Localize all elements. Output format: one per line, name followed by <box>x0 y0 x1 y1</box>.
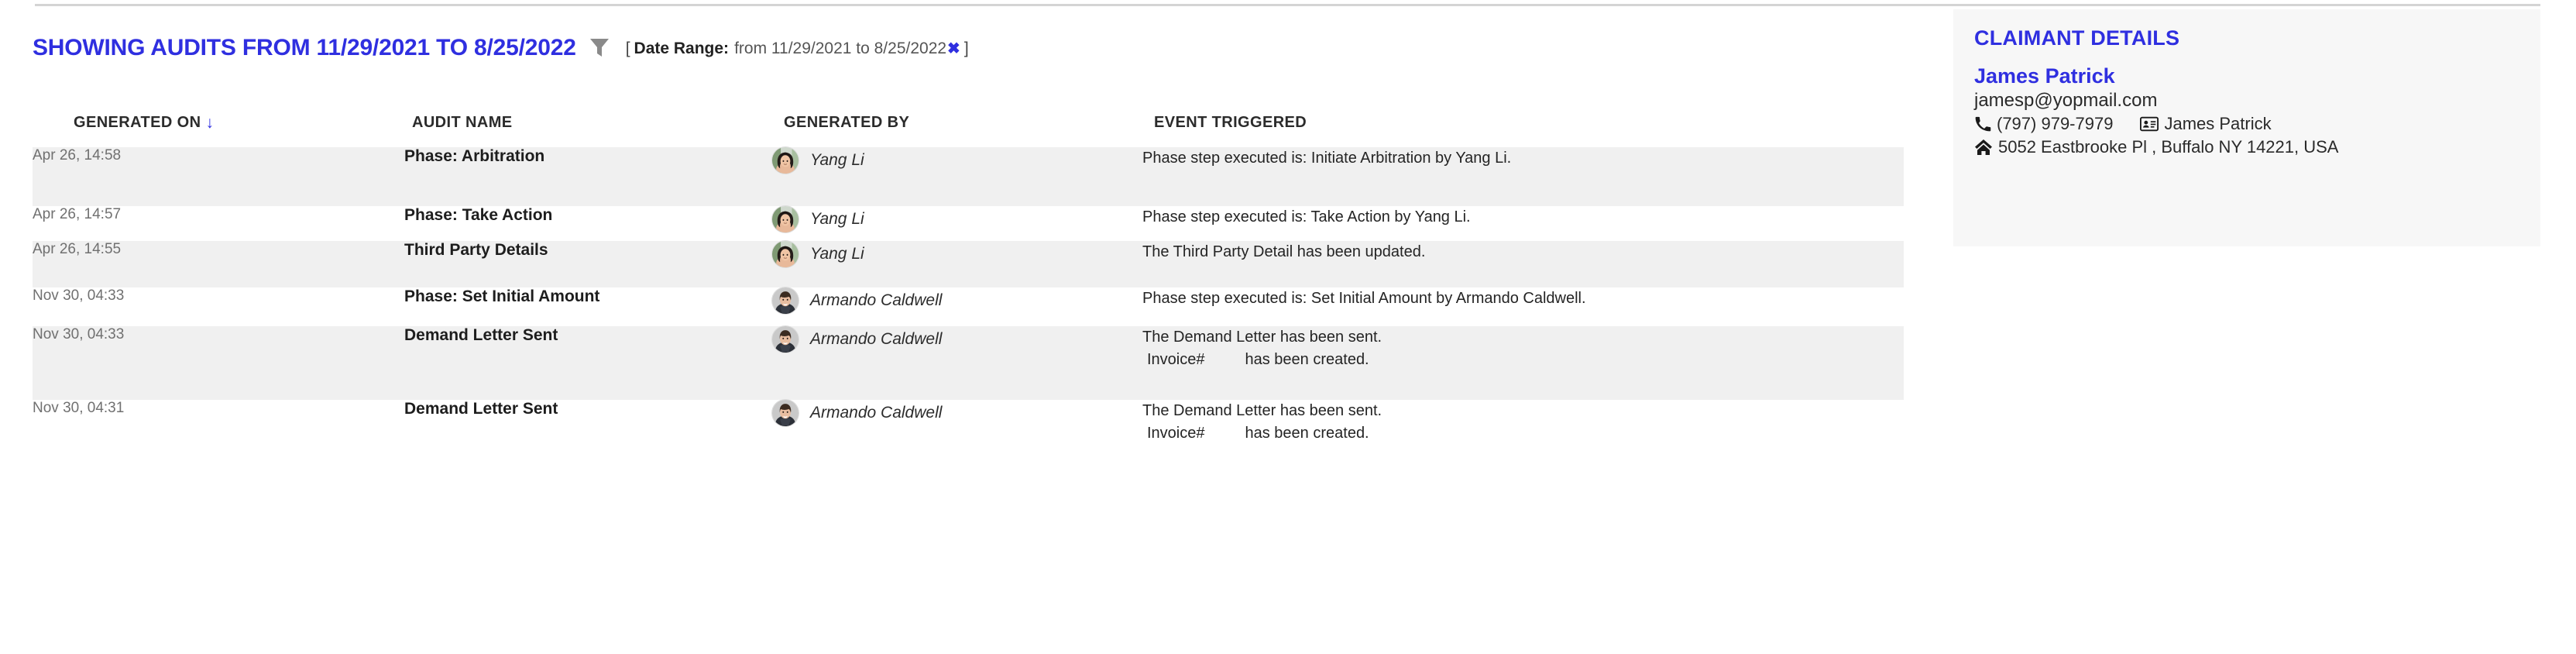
generated-by-wrapper: Yang Li <box>772 241 1142 267</box>
avatar-yang-li <box>772 241 799 267</box>
column-header-generated-by-label: GENERATED BY <box>784 113 910 131</box>
claimant-phone-row: (797) 979-7979 James Patrick <box>1974 114 2525 134</box>
showing-audits-title: SHOWING AUDITS FROM 11/29/2021 TO 8/25/2… <box>33 35 576 60</box>
cell-generated-by: Armando Caldwell <box>772 287 1142 326</box>
generated-by-name: Yang Li <box>810 210 864 228</box>
event-line-secondary: Invoice# has been created. <box>1142 422 1904 445</box>
column-header-event-triggered[interactable]: EVENT TRIGGERED <box>1142 101 1904 147</box>
home-icon <box>1974 139 1993 156</box>
table-row[interactable]: Nov 30, 04:31 Demand Letter Sent Armando C… <box>33 400 1904 473</box>
cell-generated-by: Armando Caldwell <box>772 326 1142 400</box>
cell-generated-by: Armando Caldwell <box>772 400 1142 473</box>
cell-event-triggered: The Demand Letter has been sent. Invoice#… <box>1142 400 1904 473</box>
cell-event-triggered: Phase step executed is: Set Initial Amou… <box>1142 287 1904 326</box>
cell-generated-on: Apr 26, 14:55 <box>33 241 122 257</box>
filter-header: SHOWING AUDITS FROM 11/29/2021 TO 8/25/2… <box>33 33 973 64</box>
cell-generated-on: Nov 30, 04:33 <box>33 326 125 342</box>
generated-by-name: Yang Li <box>810 151 864 169</box>
top-divider <box>35 4 2540 6</box>
audits-table: GENERATED ON ↓ AUDIT NAME GENERATED BY EV… <box>33 101 1904 473</box>
claimant-details-panel: CLAIMANT DETAILS James Patrick jamesp@yo… <box>1953 9 2540 246</box>
table-row[interactable]: Apr 26, 14:58 Phase: Arbitration Yang Li Ph… <box>33 147 1904 206</box>
generated-by-wrapper: Armando Caldwell <box>772 326 1142 353</box>
cell-event-triggered: The Third Party Detail has been updated. <box>1142 241 1904 287</box>
column-header-audit-name[interactable]: AUDIT NAME <box>404 101 772 147</box>
column-header-event-triggered-label: EVENT TRIGGERED <box>1154 113 1307 131</box>
column-header-generated-by[interactable]: GENERATED BY <box>772 101 1142 147</box>
event-line-primary: Phase step executed is: Initiate Arbitra… <box>1142 150 1512 167</box>
avatar-yang-li <box>772 206 799 232</box>
cell-generated-on: Apr 26, 14:57 <box>33 206 122 222</box>
cell-audit-name: Phase: Set Initial Amount <box>404 287 600 305</box>
bracket-close: ] <box>963 39 969 57</box>
invoice-suffix: has been created. <box>1245 351 1369 368</box>
generated-by-name: Armando Caldwell <box>810 330 943 348</box>
cell-generated-on: Nov 30, 04:33 <box>33 287 125 304</box>
avatar-armando-caldwell <box>772 287 799 314</box>
generated-by-wrapper: Yang Li <box>772 206 1142 232</box>
invoice-label: Invoice# <box>1147 351 1205 368</box>
event-line-primary: The Demand Letter has been sent. <box>1142 402 1382 419</box>
event-line-primary: The Demand Letter has been sent. <box>1142 329 1382 346</box>
table-row[interactable]: Apr 26, 14:55 Third Party Details Yang Li T… <box>33 241 1904 287</box>
cell-generated-by: Yang Li <box>772 147 1142 206</box>
funnel-filter-icon[interactable] <box>589 37 610 59</box>
clear-filter-icon[interactable]: ✖ <box>947 39 960 58</box>
cell-generated-by: Yang Li <box>772 241 1142 287</box>
column-header-audit-name-label: AUDIT NAME <box>412 113 513 131</box>
claimant-contact-name: James Patrick <box>2164 114 2272 133</box>
cell-event-triggered: Phase step executed is: Initiate Arbitra… <box>1142 147 1904 206</box>
generated-by-wrapper: Armando Caldwell <box>772 400 1142 426</box>
claimant-email: jamesp@yopmail.com <box>1974 90 2158 111</box>
event-line-secondary: Invoice# has been created. <box>1142 349 1904 371</box>
avatar-yang-li <box>772 147 799 174</box>
table-header-row: GENERATED ON ↓ AUDIT NAME GENERATED BY EV… <box>33 101 1904 147</box>
invoice-suffix: has been created. <box>1245 425 1369 442</box>
table-row[interactable]: Nov 30, 04:33 Demand Letter Sent Armando C… <box>33 326 1904 400</box>
claimant-address-value: 5052 Eastbrooke Pl , Buffalo NY 14221, U… <box>1998 137 2339 157</box>
generated-by-name: Yang Li <box>810 245 864 263</box>
cell-generated-by: Yang Li <box>772 206 1142 241</box>
cell-event-triggered: Phase step executed is: Take Action by Y… <box>1142 206 1904 241</box>
generated-by-wrapper: Armando Caldwell <box>772 287 1142 314</box>
bracket-open: [ <box>625 39 630 57</box>
claimant-phone-value: (797) 979-7979 <box>1997 114 2114 133</box>
generated-by-name: Armando Caldwell <box>810 404 943 422</box>
claimant-details-title: CLAIMANT DETAILS <box>1974 26 2180 50</box>
event-line-primary: Phase step executed is: Set Initial Amou… <box>1142 290 1586 307</box>
date-range-filter-chip: [ Date Range: from 11/29/2021 to 8/25/20… <box>622 39 973 58</box>
column-header-generated-on[interactable]: GENERATED ON ↓ <box>33 101 404 147</box>
cell-audit-name: Phase: Arbitration <box>404 147 545 165</box>
cell-event-triggered: The Demand Letter has been sent. Invoice#… <box>1142 326 1904 400</box>
table-row[interactable]: Nov 30, 04:33 Phase: Set Initial Amount Ar… <box>33 287 1904 326</box>
cell-audit-name: Demand Letter Sent <box>404 400 558 418</box>
invoice-label: Invoice# <box>1147 425 1205 442</box>
filter-chip-label: Date Range: <box>634 39 730 57</box>
column-header-generated-on-label: GENERATED ON <box>74 114 201 131</box>
audits-region: SHOWING AUDITS FROM 11/29/2021 TO 8/25/2… <box>0 15 1921 654</box>
phone-icon <box>1974 115 1991 133</box>
filter-chip-value: from 11/29/2021 to 8/25/2022 <box>734 39 947 57</box>
cell-audit-name: Demand Letter Sent <box>404 326 558 344</box>
cell-generated-on: Apr 26, 14:58 <box>33 147 122 164</box>
event-line-primary: Phase step executed is: Take Action by Y… <box>1142 208 1471 225</box>
generated-by-wrapper: Yang Li <box>772 147 1142 174</box>
avatar-armando-caldwell <box>772 326 799 353</box>
id-card-icon <box>2140 116 2159 132</box>
sort-descending-icon[interactable]: ↓ <box>205 114 214 133</box>
cell-generated-on: Nov 30, 04:31 <box>33 400 125 416</box>
claimant-address-row: 5052 Eastbrooke Pl , Buffalo NY 14221, U… <box>1974 137 2525 157</box>
event-line-primary: The Third Party Detail has been updated. <box>1142 243 1426 260</box>
table-row[interactable]: Apr 26, 14:57 Phase: Take Action Yang Li Ph… <box>33 206 1904 241</box>
audits-table-body: Apr 26, 14:58 Phase: Arbitration Yang Li Ph… <box>33 147 1904 473</box>
cell-audit-name: Phase: Take Action <box>404 206 553 224</box>
claimant-name-link[interactable]: James Patrick <box>1974 64 2525 88</box>
avatar-armando-caldwell <box>772 400 799 426</box>
generated-by-name: Armando Caldwell <box>810 291 943 309</box>
cell-audit-name: Third Party Details <box>404 241 548 259</box>
